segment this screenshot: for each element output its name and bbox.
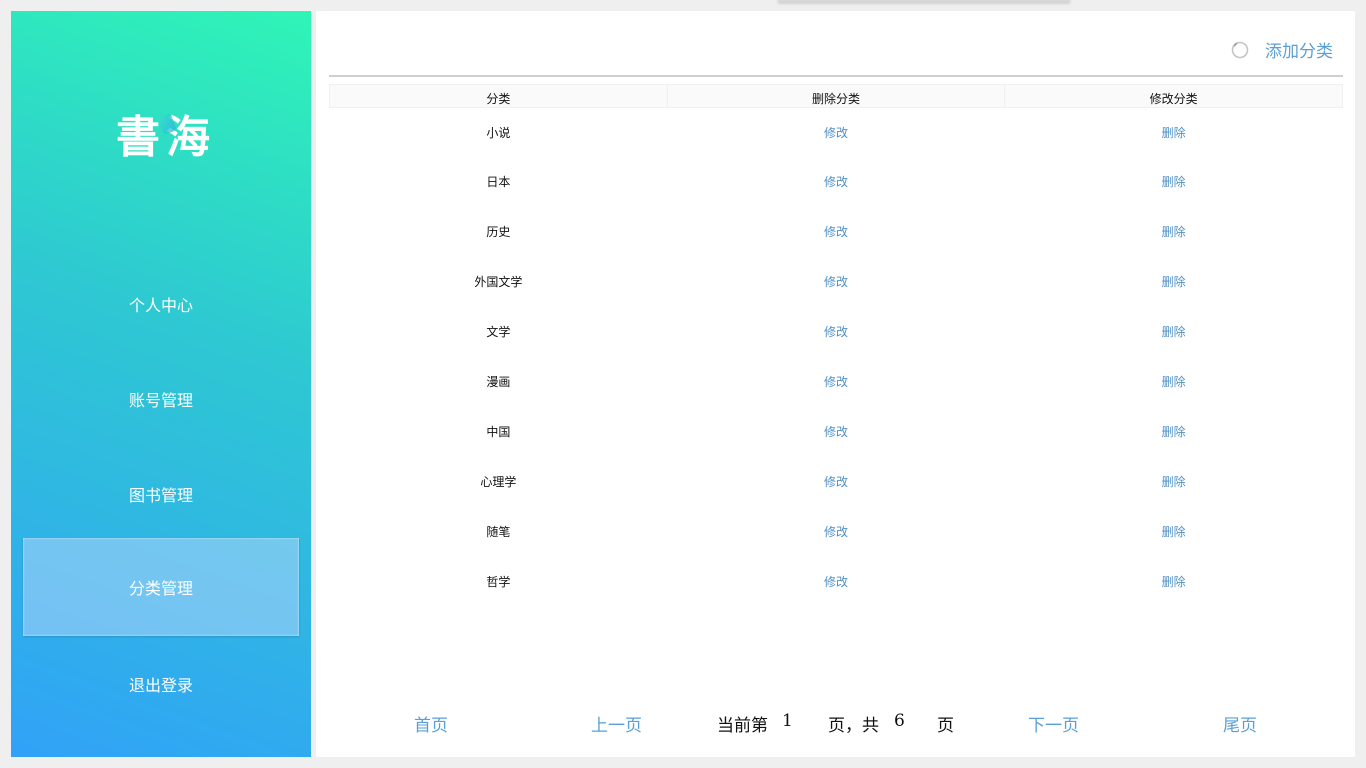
search-icon[interactable] xyxy=(1231,41,1249,59)
delete-category-link[interactable]: 删除 xyxy=(1162,275,1186,289)
table-row: 日本 修改 删除 xyxy=(330,156,1343,206)
table-row: 心理学 修改 删除 xyxy=(330,456,1343,506)
delete-cell: 删除 xyxy=(1005,356,1343,406)
add-category-button[interactable]: 添加分类 xyxy=(1231,37,1333,62)
table-row: 哲学 修改 删除 xyxy=(330,556,1343,606)
edit-category-link[interactable]: 修改 xyxy=(824,175,848,189)
edit-category-link[interactable]: 修改 xyxy=(824,225,848,239)
sidebar-item-profile[interactable]: 个人中心 xyxy=(23,255,299,353)
table-row: 小说 修改 删除 xyxy=(330,108,1343,157)
sidebar-item-label: 退出登录 xyxy=(128,676,193,695)
delete-category-link[interactable]: 删除 xyxy=(1162,126,1186,140)
category-name-cell: 日本 xyxy=(486,174,511,189)
category-table: 分类 删除分类 修改分类 小说 修改 删除 日本 修改 删除 历史 修改 删除 外国文学 修改 删除文… xyxy=(329,84,1343,606)
table-row: 漫画 修改 删除 xyxy=(330,356,1343,406)
edit-cell: 修改 xyxy=(667,556,1005,606)
category-name-cell: 中国 xyxy=(486,424,511,439)
edit-category-link[interactable]: 修改 xyxy=(824,375,848,389)
sidebar-item-logout[interactable]: 退出登录 xyxy=(23,635,299,733)
prev-page-link[interactable]: 上一页 xyxy=(591,711,642,736)
delete-category-link[interactable]: 删除 xyxy=(1162,225,1186,239)
edit-category-link[interactable]: 修改 xyxy=(824,425,848,439)
logo-char-2: 海 xyxy=(166,101,216,165)
table-row: 文学 修改 删除 xyxy=(330,306,1343,356)
edit-cell: 修改 xyxy=(667,156,1005,206)
first-page-link[interactable]: 首页 xyxy=(414,711,448,736)
category-name-cell: 心理学 xyxy=(480,474,517,489)
main-panel: 添加分类 分类 删除分类 修改分类 小说 修改 删除 日本 修改 删除 历史 修改 删除 外国文学… xyxy=(316,11,1355,757)
sidebar-item-label: 账号管理 xyxy=(128,391,193,410)
page-suffix: 页 xyxy=(937,716,954,736)
delete-cell: 删除 xyxy=(1005,206,1343,256)
toolbar: 添加分类 xyxy=(329,11,1343,77)
category-name-cell: 文学 xyxy=(486,324,511,339)
delete-category-link[interactable]: 删除 xyxy=(1162,175,1186,189)
delete-cell: 删除 xyxy=(1005,406,1343,456)
edit-cell: 修改 xyxy=(667,206,1005,256)
delete-category-link[interactable]: 删除 xyxy=(1162,475,1186,489)
popup-shadow-edge xyxy=(778,0,1070,2)
sidebar-item-books[interactable]: 图书管理 xyxy=(23,445,299,543)
header-delete-category: 删除分类 xyxy=(666,84,1006,108)
add-category-label: 添加分类 xyxy=(1265,42,1333,62)
sidebar: 書海 个人中心 账号管理 图书管理 分类管理 退出登录 xyxy=(11,11,311,757)
category-name-cell: 哲学 xyxy=(486,574,511,589)
table-row: 中国 修改 删除 xyxy=(330,406,1343,456)
page-middle-text: 页，共 xyxy=(828,716,879,736)
total-pages-number: 6 xyxy=(894,711,905,731)
edit-cell: 修改 xyxy=(667,456,1005,506)
header-category: 分类 xyxy=(329,84,668,108)
edit-category-link[interactable]: 修改 xyxy=(824,275,848,289)
sidebar-item-label: 个人中心 xyxy=(128,296,193,315)
edit-cell: 修改 xyxy=(667,306,1005,356)
sidebar-item-accounts[interactable]: 账号管理 xyxy=(23,350,299,448)
delete-category-link[interactable]: 删除 xyxy=(1162,575,1186,589)
edit-cell: 修改 xyxy=(667,406,1005,456)
edit-category-link[interactable]: 修改 xyxy=(824,325,848,339)
last-page-link[interactable]: 尾页 xyxy=(1223,711,1257,736)
table-body: 小说 修改 删除 日本 修改 删除 历史 修改 删除 外国文学 修改 删除 文学 修改 删除 漫画 修改 删除 中国… xyxy=(330,108,1343,607)
delete-category-link[interactable]: 删除 xyxy=(1162,325,1186,339)
delete-cell: 删除 xyxy=(1005,506,1343,556)
table-row: 随笔 修改 删除 xyxy=(330,506,1343,556)
category-name-cell: 历史 xyxy=(486,224,511,239)
logo-char-1: 書 xyxy=(116,112,166,163)
delete-category-link[interactable]: 删除 xyxy=(1162,525,1186,539)
table-row: 外国文学 修改 删除 xyxy=(330,256,1343,306)
pagination: 首页 上一页 当前第 1 页，共 6 页 下一页 尾页 xyxy=(316,707,1355,737)
next-page-link[interactable]: 下一页 xyxy=(1028,711,1079,736)
delete-category-link[interactable]: 删除 xyxy=(1162,375,1186,389)
category-name-cell: 随笔 xyxy=(486,524,511,539)
delete-cell: 删除 xyxy=(1005,156,1343,206)
current-page-prefix: 当前第 xyxy=(717,716,768,736)
table-header-row: 分类 删除分类 修改分类 xyxy=(329,84,1343,108)
table-row: 历史 修改 删除 xyxy=(330,206,1343,256)
delete-cell: 删除 xyxy=(1005,108,1343,157)
category-name-cell: 小说 xyxy=(486,125,511,140)
current-page-number: 1 xyxy=(782,711,793,731)
delete-cell: 删除 xyxy=(1005,456,1343,506)
edit-category-link[interactable]: 修改 xyxy=(824,575,848,589)
app-logo: 書海 xyxy=(101,103,231,163)
edit-cell: 修改 xyxy=(667,256,1005,306)
delete-category-link[interactable]: 删除 xyxy=(1162,425,1186,439)
edit-cell: 修改 xyxy=(667,506,1005,556)
header-edit-category: 修改分类 xyxy=(1004,84,1343,108)
edit-cell: 修改 xyxy=(667,356,1005,406)
category-name-cell: 漫画 xyxy=(486,374,511,389)
sidebar-item-label: 图书管理 xyxy=(128,486,193,505)
edit-cell: 修改 xyxy=(667,108,1005,157)
delete-cell: 删除 xyxy=(1005,556,1343,606)
edit-category-link[interactable]: 修改 xyxy=(824,525,848,539)
delete-cell: 删除 xyxy=(1005,306,1343,356)
category-name-cell: 外国文学 xyxy=(474,274,523,289)
edit-category-link[interactable]: 修改 xyxy=(824,126,848,140)
edit-category-link[interactable]: 修改 xyxy=(824,475,848,489)
sidebar-item-label: 分类管理 xyxy=(128,579,193,598)
sidebar-item-categories[interactable]: 分类管理 xyxy=(23,538,299,636)
delete-cell: 删除 xyxy=(1005,256,1343,306)
